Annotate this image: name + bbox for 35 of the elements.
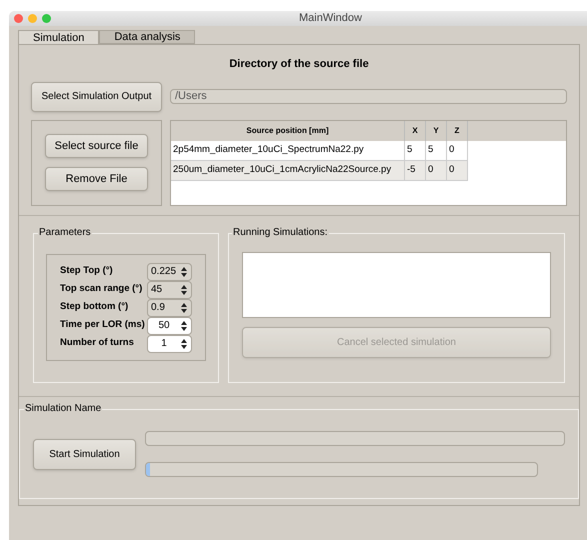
section-heading: Directory of the source file — [229, 57, 369, 72]
table-row[interactable]: 250um_diameter_10uCi_1cmAcrylicNa22Source.py -5 0 0 — [171, 160, 468, 180]
spin-value: 50 — [157, 319, 171, 333]
remove-file-button[interactable]: Remove File — [45, 167, 148, 191]
tab[interactable]: Simulation — [18, 30, 100, 44]
table-cell: -5 — [405, 160, 426, 180]
spin-box[interactable]: 50 — [147, 316, 192, 334]
table-cell: 0 — [447, 140, 468, 160]
spin-value: 45 — [150, 283, 164, 297]
table-cell: 2p54mm_diameter_10uCi_SpectrumNa22.py — [171, 140, 405, 160]
table-row[interactable]: 2p54mm_diameter_10uCi_SpectrumNa22.py 5 5 0 — [171, 140, 468, 160]
spin-box[interactable]: 1 — [147, 334, 192, 352]
spin-value: 0.225 — [150, 265, 178, 279]
spin-value: 1 — [160, 337, 168, 351]
select-source-button[interactable]: Select source file — [45, 134, 148, 158]
simulation-name-field[interactable] — [145, 431, 565, 446]
table-cell: 0 — [447, 160, 468, 180]
group-title: Running Simulations: — [232, 227, 328, 239]
table-cell: 0 — [426, 160, 447, 180]
stepper-icon[interactable] — [180, 338, 188, 350]
parameter-label: Step bottom (°) — [60, 300, 128, 314]
table-cell: 5 — [405, 140, 426, 160]
tab[interactable]: Data analysis — [99, 30, 196, 44]
spin-value: 0.9 — [150, 301, 166, 315]
start-simulation-button[interactable]: Start Simulation — [33, 438, 136, 470]
parameter-label: Time per LOR (ms) — [60, 318, 145, 332]
parameter-label: Top scan range (°) — [60, 282, 142, 296]
table-cell: 5 — [426, 140, 447, 160]
table-cell: 250um_diameter_10uCi_1cmAcrylicNa22Source.py — [171, 160, 405, 180]
stepper-icon[interactable] — [180, 320, 188, 332]
window-title: MainWindow — [299, 11, 362, 26]
parameter-label: Step Top (°) — [60, 264, 113, 278]
path-field[interactable]: /Users — [170, 89, 567, 104]
parameter-label: Number of turns — [60, 336, 134, 350]
select-output-button[interactable]: Select Simulation Output — [31, 82, 162, 112]
